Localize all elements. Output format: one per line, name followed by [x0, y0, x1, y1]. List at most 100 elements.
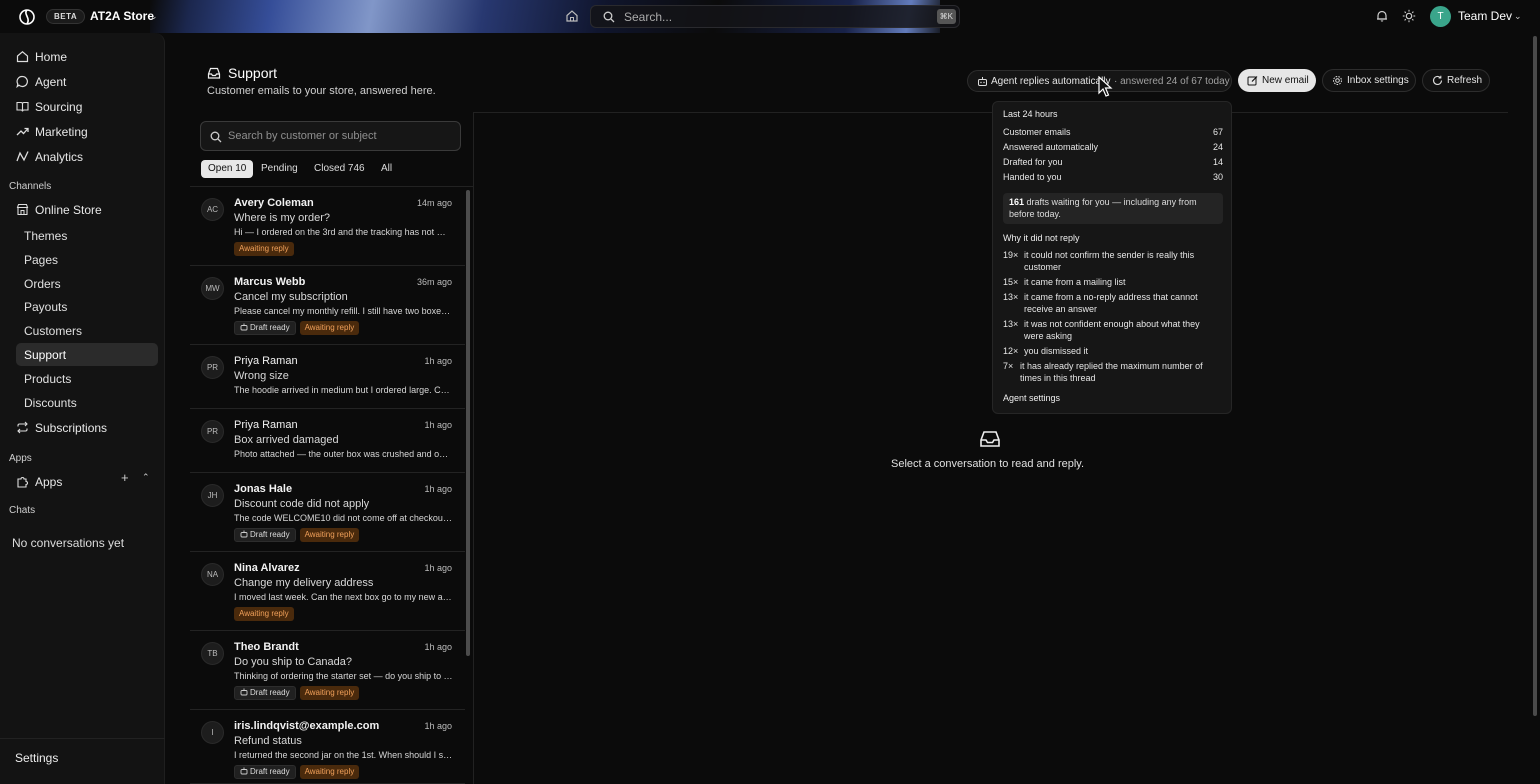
trend-up-icon [16, 127, 29, 136]
preview: The code WELCOME10 did not come off at c… [234, 513, 453, 523]
store-switcher[interactable]: AT2A Store [90, 9, 154, 23]
sidebar-item-support[interactable]: Support [16, 343, 158, 366]
sidebar-item-label: Pages [24, 253, 59, 267]
inbox-settings-button[interactable]: Inbox settings [1322, 69, 1416, 92]
stat-row: Customer emails 67 [1003, 127, 1223, 139]
status-badges: Draft ready Awaiting reply [234, 686, 363, 700]
draft-ready-badge: Draft ready [234, 686, 296, 700]
inbox-icon [207, 67, 221, 79]
conversation-row[interactable]: MW Marcus Webb 36m ago Cancel my subscripti… [190, 266, 465, 345]
app-logo-icon[interactable] [18, 8, 36, 26]
new-email-label: New email [1262, 75, 1309, 86]
sidebar-item-orders[interactable]: Orders [16, 272, 158, 295]
sidebar-item-label: Subscriptions [35, 421, 108, 435]
home-icon[interactable] [565, 9, 579, 23]
sidebar-item-pages[interactable]: Pages [16, 248, 158, 271]
sidebar-item-customers[interactable]: Customers [16, 319, 158, 342]
subject: Wrong size [234, 370, 289, 382]
tab-closed[interactable]: Closed 746 [307, 160, 372, 178]
new-email-button[interactable]: New email [1238, 69, 1316, 92]
bell-icon[interactable] [1375, 9, 1389, 23]
stat-label: Handed to you [1003, 172, 1062, 182]
conversation-search-input[interactable]: Search by customer or subject [200, 121, 461, 151]
sidebar-item-agent[interactable]: Agent [8, 70, 158, 93]
stat-row: Handed to you 30 [1003, 172, 1223, 184]
conversation-row[interactable]: PR Priya Raman 1h ago Wrong size The hoodie … [190, 345, 465, 409]
conversation-row[interactable]: Iiris.lindqvist@example.com 1h ago Refund … [190, 710, 465, 784]
conversation-row[interactable]: JH Jonas Hale 1h ago Discount code did not … [190, 473, 465, 552]
subject: Box arrived damaged [234, 434, 339, 446]
reason-count: 19× [1003, 250, 1019, 260]
reason-text: it has already replied the maximum numbe… [1020, 361, 1203, 383]
stat-row: Drafted for you 14 [1003, 157, 1223, 169]
sidebar-item-settings[interactable]: Settings [15, 751, 58, 765]
avatar: PR [201, 420, 224, 443]
chats-section-label: Chats [9, 505, 36, 516]
chevron-down-icon[interactable]: ⌄ [150, 11, 158, 22]
subject: Where is my order? [234, 212, 330, 224]
conversation-row[interactable]: TB Theo Brandt 1h ago Do you ship to Canada… [190, 631, 465, 710]
puzzle-icon [17, 477, 28, 488]
page-scrollbar[interactable] [1533, 36, 1537, 716]
sidebar-item-payouts[interactable]: Payouts [16, 295, 158, 318]
avatar: I [201, 721, 224, 744]
beta-badge: BETA [46, 9, 86, 24]
refresh-button[interactable]: Refresh [1422, 69, 1490, 92]
conversation-row[interactable]: PR Priya Raman 1h ago Box arrived damaged Ph… [190, 409, 465, 473]
subject: Discount code did not apply [234, 498, 370, 510]
sidebar-divider [0, 738, 165, 739]
search-icon [210, 131, 222, 143]
sidebar-item-themes[interactable]: Themes [16, 224, 158, 247]
sidebar-item-label: Apps [35, 475, 63, 489]
sidebar-item-label: Products [24, 372, 72, 386]
chevron-down-icon[interactable]: ⌄ [1514, 11, 1522, 22]
preview: Hi — I ordered on the 3rd and the tracki… [234, 227, 453, 237]
sidebar-item-sourcing[interactable]: Sourcing [8, 95, 158, 118]
global-search-input[interactable]: Search... ⌘K [590, 5, 960, 28]
collapse-caret-icon[interactable]: ⌃ [142, 472, 150, 483]
sidebar-item-online-store[interactable]: Online Store [8, 198, 158, 221]
stat-label: Answered automatically [1003, 142, 1099, 152]
sidebar-item-apps[interactable]: Apps [8, 470, 158, 493]
sidebar-item-home[interactable]: Home [8, 45, 158, 68]
user-avatar[interactable]: T [1430, 6, 1451, 27]
awaiting-reply-badge: Awaiting reply [299, 686, 360, 700]
popover-heading: Last 24 hours [1003, 109, 1058, 119]
shortcut-hint: ⌘K [936, 9, 956, 24]
sidebar-item-marketing[interactable]: Marketing [8, 120, 158, 143]
robot-icon [240, 688, 248, 696]
subject: Refund status [234, 735, 302, 747]
conversation-row[interactable]: AC Avery Coleman 14m ago Where is my order?… [190, 187, 465, 266]
list-scrollbar[interactable] [466, 190, 470, 656]
draft-ready-label: Draft ready [250, 688, 290, 697]
conversation-row[interactable]: NA Nina Alvarez 1h ago Change my delivery a… [190, 552, 465, 631]
tab-open[interactable]: Open 10 [201, 160, 254, 178]
store-icon [16, 203, 29, 216]
sidebar-item-discounts[interactable]: Discounts [16, 391, 158, 414]
search-icon [603, 11, 615, 23]
sidebar-item-subscriptions[interactable]: Subscriptions [8, 416, 158, 439]
draft-ready-label: Draft ready [250, 530, 290, 539]
sidebar-item-label: Discounts [24, 396, 77, 410]
tab-all[interactable]: All [374, 160, 399, 178]
sidebar-item-label: Support [24, 348, 67, 362]
avatar: NA [201, 563, 224, 586]
timestamp: 1h ago [424, 563, 452, 573]
theme-toggle-icon[interactable] [1402, 9, 1416, 23]
tab-pending[interactable]: Pending [254, 160, 305, 178]
draft-ready-badge: Draft ready [234, 321, 296, 335]
draft-ready-label: Draft ready [250, 767, 290, 776]
reason-text: it came from a mailing list [1024, 277, 1126, 287]
agent-settings-link[interactable]: Agent settings [1003, 393, 1060, 403]
sidebar-item-analytics[interactable]: Analytics [8, 145, 158, 168]
sidebar-item-products[interactable]: Products [16, 367, 158, 390]
robot-icon [978, 77, 987, 86]
avatar: MW [201, 277, 224, 300]
user-menu[interactable]: Team Dev [1458, 9, 1512, 23]
customer-name: iris.lindqvist@example.com [234, 720, 380, 732]
draft-ready-badge: Draft ready [234, 765, 296, 779]
customer-name: Nina Alvarez [234, 562, 300, 574]
customer-name: Marcus Webb [234, 276, 306, 288]
new-chat-plus-icon[interactable]: + [121, 470, 129, 485]
customer-name: Theo Brandt [234, 641, 299, 653]
